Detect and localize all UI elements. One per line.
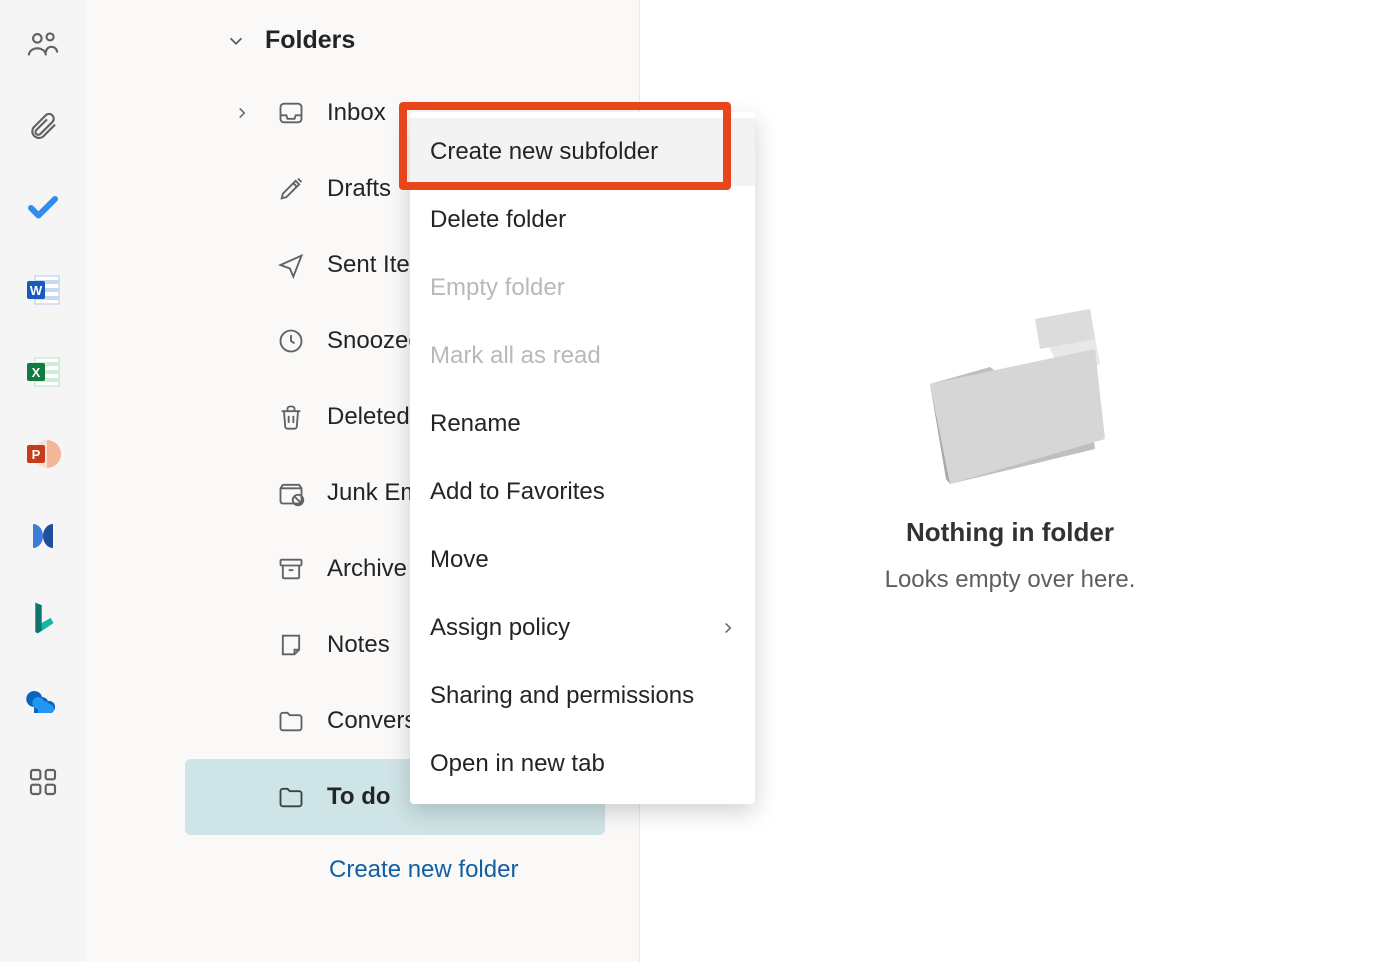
excel-icon[interactable]: X	[23, 352, 63, 392]
viva-icon[interactable]	[23, 516, 63, 556]
menu-item-label: Add to Favorites	[430, 478, 605, 506]
section-title: Folders	[265, 26, 355, 55]
svg-text:X: X	[31, 365, 40, 380]
menu-item-label: Open in new tab	[430, 750, 605, 778]
folders-section-header[interactable]: Folders	[85, 18, 639, 75]
menu-item-label: Move	[430, 546, 489, 574]
menu-move[interactable]: Move	[410, 526, 755, 594]
menu-item-label: Rename	[430, 410, 521, 438]
chevron-right-icon[interactable]	[233, 104, 251, 122]
folder-context-menu: Create new subfolder Delete folder Empty…	[410, 112, 755, 804]
create-new-folder-link[interactable]: Create new folder	[329, 856, 518, 884]
inbox-icon	[277, 99, 305, 127]
empty-state-subtitle: Looks empty over here.	[885, 566, 1136, 594]
powerpoint-icon[interactable]: P	[23, 434, 63, 474]
menu-empty-folder: Empty folder	[410, 254, 755, 322]
folder-label: Snoozed	[327, 327, 422, 355]
empty-folder-illustration	[890, 289, 1130, 499]
svg-text:P: P	[31, 447, 40, 462]
menu-item-label: Assign policy	[430, 614, 570, 642]
menu-item-label: Sharing and permissions	[430, 682, 694, 710]
junk-icon	[277, 479, 305, 507]
menu-create-subfolder[interactable]: Create new subfolder	[410, 118, 755, 186]
menu-delete-folder[interactable]: Delete folder	[410, 186, 755, 254]
menu-add-favorites[interactable]: Add to Favorites	[410, 458, 755, 526]
trash-icon	[277, 403, 305, 431]
drafts-icon	[277, 175, 305, 203]
empty-state-title: Nothing in folder	[906, 517, 1114, 548]
apps-icon[interactable]	[23, 762, 63, 802]
snoozed-icon	[277, 327, 305, 355]
folder-icon	[277, 783, 305, 811]
notes-icon	[277, 631, 305, 659]
people-icon[interactable]	[23, 24, 63, 64]
onedrive-icon[interactable]	[23, 680, 63, 720]
menu-sharing[interactable]: Sharing and permissions	[410, 662, 755, 730]
chevron-down-icon	[225, 30, 247, 52]
archive-icon	[277, 555, 305, 583]
menu-assign-policy[interactable]: Assign policy	[410, 594, 755, 662]
menu-open-new-tab[interactable]: Open in new tab	[410, 730, 755, 798]
folder-label: Inbox	[327, 99, 386, 127]
folder-label: Drafts	[327, 175, 391, 203]
app-rail: W X P	[0, 0, 85, 962]
folder-label: Archive	[327, 555, 407, 583]
chevron-right-icon	[719, 619, 737, 637]
create-new-folder[interactable]: Create new folder	[85, 835, 639, 905]
svg-text:W: W	[29, 283, 42, 298]
word-icon[interactable]: W	[23, 270, 63, 310]
menu-item-label: Mark all as read	[430, 342, 601, 370]
folder-pane: Folders Inbox Drafts Sent Items	[85, 0, 640, 962]
bing-icon[interactable]	[23, 598, 63, 638]
folder-label: To do	[327, 783, 391, 811]
attach-icon[interactable]	[23, 106, 63, 146]
menu-item-label: Delete folder	[430, 206, 566, 234]
sent-icon	[277, 251, 305, 279]
menu-rename[interactable]: Rename	[410, 390, 755, 458]
folder-label: Notes	[327, 631, 390, 659]
menu-item-label: Create new subfolder	[430, 138, 658, 166]
menu-item-label: Empty folder	[430, 274, 565, 302]
todo-icon[interactable]	[23, 188, 63, 228]
menu-mark-all-read: Mark all as read	[410, 322, 755, 390]
folder-icon	[277, 707, 305, 735]
